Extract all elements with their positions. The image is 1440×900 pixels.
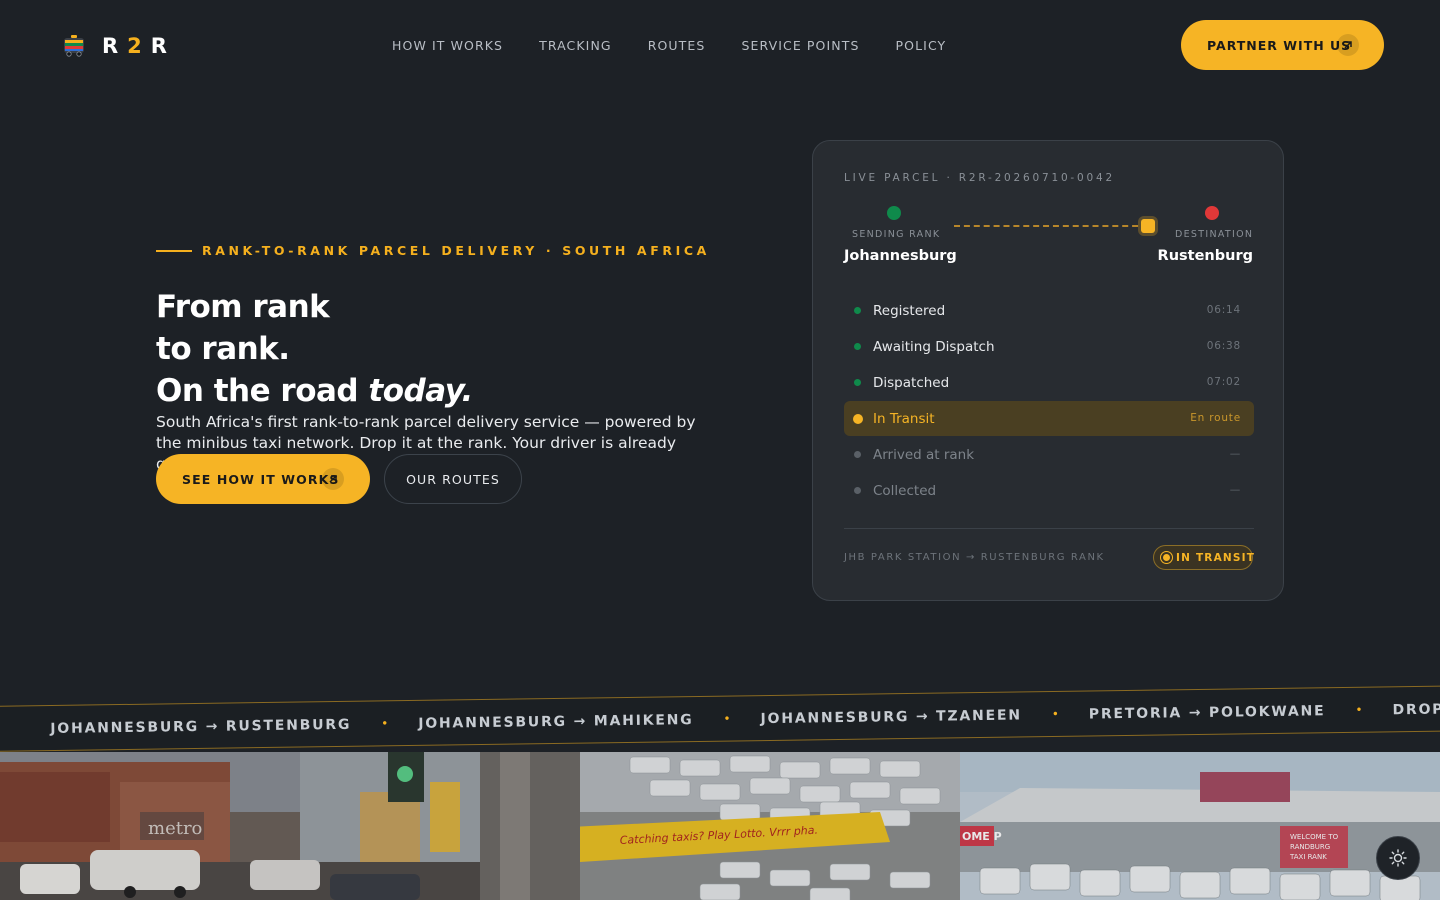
step-in-transit: In Transit En route (844, 401, 1254, 436)
nav-service-points[interactable]: SERVICE POINTS (741, 38, 859, 54)
destination-dot (1205, 206, 1219, 220)
step-arrived-at-rank: Arrived at rank — (844, 437, 1254, 472)
headline-line-1: From rank (156, 289, 330, 325)
step-label: In Transit (873, 410, 935, 427)
hero-eyebrow: RANK-TO-RANK PARCEL DELIVERY · SOUTH AFR… (156, 243, 710, 258)
step-label: Arrived at rank (873, 446, 975, 463)
route-progress-line (954, 225, 1148, 227)
step-status-dot (854, 379, 861, 386)
step-label: Dispatched (873, 374, 950, 391)
step-time: — (1229, 448, 1241, 460)
origin-label: SENDING RANK (852, 229, 941, 240)
ticker-separator: • (381, 716, 389, 731)
origin-dot (887, 206, 901, 220)
nav-how-it-works[interactable]: HOW IT WORKS (392, 38, 503, 54)
eyebrow-text: RANK-TO-RANK PARCEL DELIVERY · SOUTH AFR… (202, 243, 710, 258)
step-time: En route (1190, 412, 1241, 424)
parcel-position-marker (1141, 219, 1155, 233)
ticker-route: DROP AT (1392, 701, 1440, 719)
step-time: 07:02 (1206, 376, 1241, 388)
taxi-rank-photo-street: metro (0, 752, 480, 900)
primary-button-label: SEE HOW IT WORKS (182, 471, 340, 487)
headline-line-3: On the road today. (156, 373, 473, 409)
step-status-dot (855, 416, 861, 422)
ticker-route: JOHANNESBURG → RUSTENBURG (50, 716, 352, 738)
origin-city: Johannesburg (844, 248, 957, 264)
headline-line-2: to rank. (156, 331, 290, 367)
arrow-up-right-icon (322, 468, 344, 490)
step-status-dot (854, 487, 861, 494)
step-collected: Collected — (844, 473, 1254, 508)
nav-tracking[interactable]: TRACKING (539, 38, 612, 54)
step-time: 06:38 (1206, 340, 1241, 352)
main-nav: HOW IT WORKS TRACKING ROUTES SERVICE POI… (392, 38, 982, 54)
arrow-up-right-icon (1337, 34, 1359, 56)
partner-button-label: PARTNER WITH US (1207, 37, 1352, 53)
ticker-route: JOHANNESBURG → MAHIKENG (418, 712, 694, 732)
route-description: JHB PARK STATION → RUSTENBURG RANK (844, 552, 1105, 563)
ticker-separator: • (1051, 706, 1059, 722)
live-parcel-card: LIVE PARCEL · R2R-20260710-0042 SENDING … (812, 140, 1284, 601)
destination-city: Rustenburg (1157, 248, 1253, 264)
ticker-separator: • (1355, 702, 1363, 717)
ticker-track: JOHANNESBURG → RUSTENBURG • JOHANNESBURG… (50, 701, 1440, 737)
headline-emphasis: today. (368, 373, 473, 409)
step-status-dot (854, 343, 861, 350)
step-time: — (1229, 484, 1241, 496)
status-dot (1163, 554, 1170, 561)
partner-with-us-button[interactable]: PARTNER WITH US (1181, 20, 1384, 70)
step-label: Collected (873, 482, 937, 499)
eyebrow-rule (156, 249, 192, 252)
status-text: IN TRANSIT (1176, 551, 1256, 564)
see-how-it-works-button[interactable]: SEE HOW IT WORKS (156, 454, 370, 504)
hero-headline: From rank to rank. On the road today. (156, 286, 473, 412)
taxi-rank-photo-strip: metro Catching taxis? Play Lotto. Vrrr p… (0, 752, 1440, 900)
nav-policy[interactable]: POLICY (896, 38, 947, 54)
card-divider (844, 528, 1254, 529)
logo-text: R2R (102, 34, 176, 58)
tracking-steps: Registered 06:14 Awaiting Dispatch 06:38… (844, 293, 1254, 509)
ticker-separator: • (723, 711, 731, 726)
theme-toggle-button[interactable] (1376, 836, 1420, 880)
step-label: Registered (873, 302, 946, 319)
step-awaiting-dispatch: Awaiting Dispatch 06:38 (844, 329, 1254, 364)
destination-label: DESTINATION (1175, 229, 1254, 240)
route-ticker: JOHANNESBURG → RUSTENBURG • JOHANNESBURG… (0, 685, 1440, 752)
ticker-route: JOHANNESBURG → TZANEEN (760, 707, 1022, 728)
step-status-dot (854, 307, 861, 314)
taxi-rank-photo-aerial: Catching taxis? Play Lotto. Vrrr pha. (480, 752, 960, 900)
status-badge: IN TRANSIT (1153, 545, 1256, 570)
step-time: 06:14 (1206, 304, 1241, 316)
step-registered: Registered 06:14 (844, 293, 1254, 328)
taxi-rank-photo-randburg: WELCOME TO RANDBURG TAXI RANK OME P (960, 752, 1440, 900)
logo[interactable]: R2R (62, 32, 176, 60)
step-dispatched: Dispatched 07:02 (844, 365, 1254, 400)
step-label: Awaiting Dispatch (873, 338, 995, 355)
nav-routes[interactable]: ROUTES (648, 38, 706, 54)
step-status-dot (854, 451, 861, 458)
our-routes-button[interactable]: OUR ROUTES (384, 454, 522, 504)
minibus-taxi-icon (64, 35, 84, 57)
parcel-id-label: LIVE PARCEL · R2R-20260710-0042 (844, 172, 1115, 184)
sun-icon (1389, 849, 1407, 867)
ticker-route: PRETORIA → POLOKWANE (1088, 703, 1326, 723)
